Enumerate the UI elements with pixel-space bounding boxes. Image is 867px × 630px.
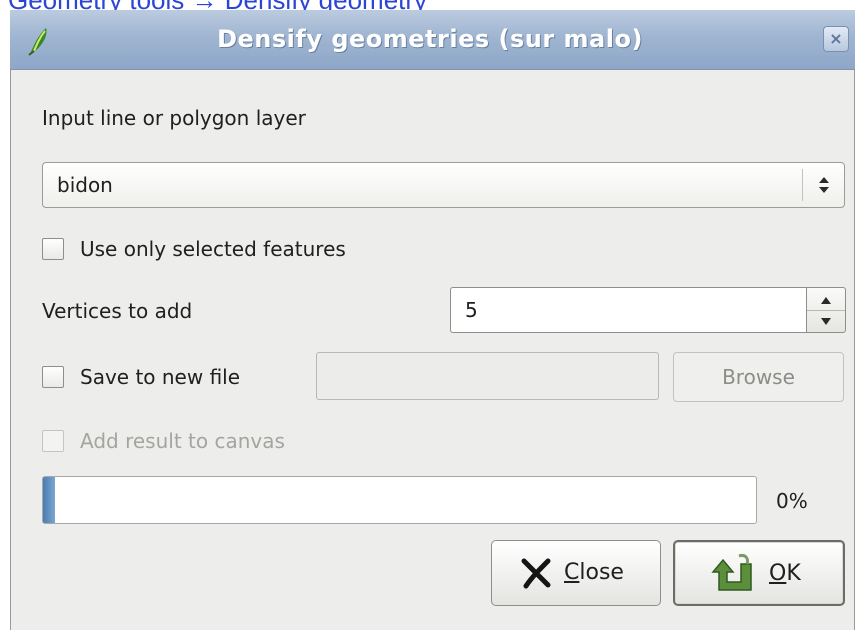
vertices-stepper[interactable]	[806, 287, 846, 333]
combo-divider	[802, 169, 803, 201]
vertices-value: 5	[465, 298, 478, 322]
selected-features-checkbox[interactable]	[42, 238, 64, 260]
close-button[interactable]: Close	[491, 540, 661, 606]
add-result-checkbox[interactable]	[42, 430, 64, 452]
x-mark-icon	[521, 558, 551, 589]
progress-fill	[43, 477, 55, 523]
save-file-checkbox[interactable]	[42, 366, 64, 388]
spin-up-icon[interactable]	[807, 288, 845, 311]
input-layer-value: bidon	[57, 173, 113, 197]
output-file-input[interactable]	[316, 352, 659, 400]
window-title: Densify geometries (sur malo)	[217, 25, 643, 53]
save-file-label: Save to new file	[80, 365, 241, 389]
ok-button-label: OK	[769, 561, 801, 586]
qgis-logo-icon	[28, 28, 47, 56]
progress-percent: 0%	[776, 489, 808, 513]
close-x-icon[interactable]: ×	[823, 26, 849, 52]
selected-features-label: Use only selected features	[80, 237, 346, 261]
ok-arrow-icon	[711, 554, 752, 591]
close-button-label: Close	[564, 560, 624, 585]
input-layer-combo[interactable]: bidon	[42, 162, 845, 208]
browse-button[interactable]: Browse	[673, 352, 844, 402]
updown-arrows-icon	[809, 163, 839, 207]
vertices-spinbox[interactable]: 5	[450, 287, 806, 333]
progress-bar	[42, 476, 757, 524]
vertices-label: Vertices to add	[42, 299, 193, 323]
spin-down-icon[interactable]	[807, 310, 845, 332]
add-result-label: Add result to canvas	[80, 429, 285, 453]
ok-button[interactable]: OK	[673, 540, 845, 606]
input-layer-label: Input line or polygon layer	[42, 106, 306, 130]
